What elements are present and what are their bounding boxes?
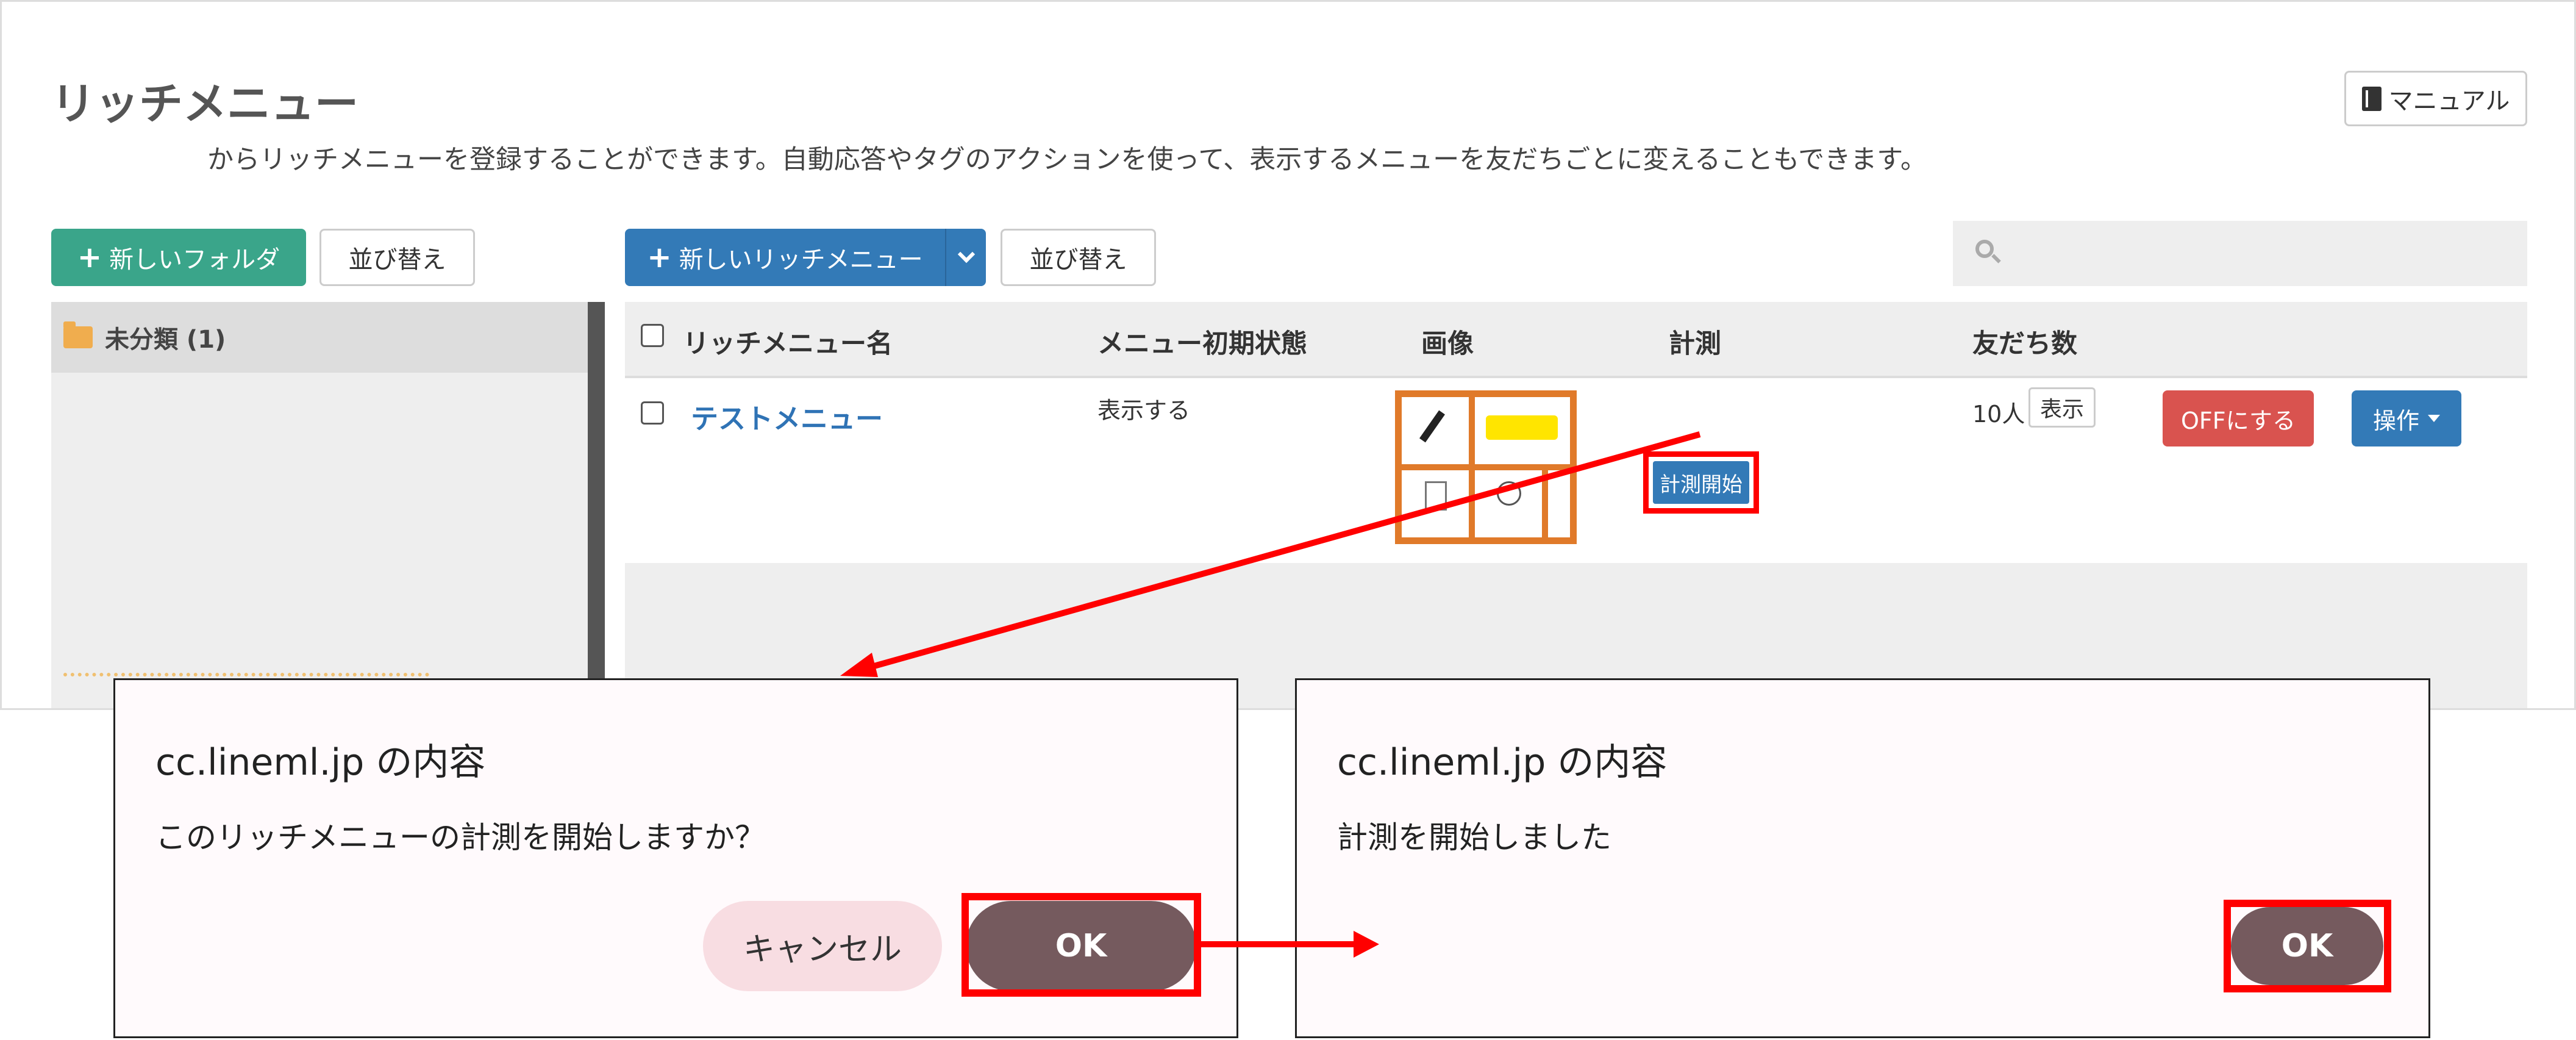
page-description: からリッチメニューを登録することができます。自動応答やタグのアクションを使って、… xyxy=(207,145,1927,175)
dialog-message: このリッチメニューの計測を開始しますか？ xyxy=(155,820,765,855)
highlight-box-ok xyxy=(962,893,1201,997)
search-icon xyxy=(1975,240,2001,264)
initial-state-value: 表示する xyxy=(1097,397,1191,424)
highlight-box-ok xyxy=(2224,900,2391,992)
new-rich-menu-dropdown-toggle[interactable] xyxy=(945,229,986,286)
page-title: リッチメニュー xyxy=(51,78,359,129)
select-all-checkbox[interactable] xyxy=(641,324,664,347)
table-row: テストメニュー 表示する 計測開始 10人 表示 OFFにする 操作 xyxy=(625,378,2527,563)
speech-bubble-icon xyxy=(1497,481,1521,506)
table-header: リッチメニュー名 メニュー初期状態 画像 計測 友だち数 xyxy=(625,302,2527,378)
caret-down-icon xyxy=(2428,415,2440,422)
new-folder-label: 新しいフォルダ xyxy=(109,246,280,274)
column-header-image: 画像 xyxy=(1421,329,1474,359)
column-header-friends: 友だち数 xyxy=(1972,329,2077,359)
book-icon xyxy=(2361,86,2382,111)
dialog-title: cc.lineml.jp の内容 xyxy=(1337,741,1668,784)
cancel-button[interactable]: キャンセル xyxy=(703,901,942,991)
thumb-cell xyxy=(1545,467,1573,540)
turn-off-button[interactable]: OFFにする xyxy=(2163,390,2314,446)
thumb-cell xyxy=(1399,394,1472,467)
new-folder-button[interactable]: + 新しいフォルダ xyxy=(51,229,306,286)
friends-count: 10人 xyxy=(1972,401,2025,428)
done-dialog: cc.lineml.jp の内容 計測を開始しました OK xyxy=(1295,678,2430,1038)
start-measure-button[interactable]: 計測開始 xyxy=(1653,461,1749,504)
show-friends-button[interactable]: 表示 xyxy=(2028,387,2096,428)
folder-sort-button[interactable]: 並び替え xyxy=(319,229,475,286)
confirm-dialog: cc.lineml.jp の内容 このリッチメニューの計測を開始しますか？ キャ… xyxy=(113,678,1238,1038)
rich-menu-name-link[interactable]: テストメニュー xyxy=(691,396,883,436)
operations-label: 操作 xyxy=(2372,407,2419,434)
plus-icon: + xyxy=(77,240,102,274)
folder-item-uncategorized[interactable]: 未分類 (1) xyxy=(51,302,588,373)
column-header-name: リッチメニュー名 xyxy=(683,329,893,359)
folder-panel: 未分類 (1) xyxy=(51,302,588,708)
manual-button[interactable]: マニュアル xyxy=(2344,71,2527,126)
panel-splitter[interactable] xyxy=(588,302,605,708)
operations-dropdown-button[interactable]: 操作 xyxy=(2352,390,2461,446)
dialog-message: 計測を開始しました xyxy=(1337,820,1611,855)
thumb-cell xyxy=(1472,467,1545,540)
folder-open-icon xyxy=(63,321,93,348)
thumb-cell xyxy=(1472,394,1573,467)
building-icon xyxy=(1425,481,1447,511)
pen-icon xyxy=(1419,410,1445,443)
folder-item-label: 未分類 (1) xyxy=(105,326,226,354)
chevron-down-icon xyxy=(957,245,975,264)
thumb-cell xyxy=(1399,467,1472,540)
manual-button-label: マニュアル xyxy=(2388,87,2510,115)
column-header-measure: 計測 xyxy=(1669,329,1721,359)
new-rich-menu-button[interactable]: + 新しいリッチメニュー xyxy=(625,229,945,286)
new-rich-menu-label: 新しいリッチメニュー xyxy=(679,246,923,274)
thumb-banner xyxy=(1486,415,1558,440)
search-input[interactable] xyxy=(1953,221,2527,286)
plus-icon: + xyxy=(647,240,672,274)
column-header-initial-state: メニュー初期状態 xyxy=(1097,329,1307,359)
rich-menu-thumbnail xyxy=(1395,390,1577,544)
menu-sort-button[interactable]: 並び替え xyxy=(1001,229,1156,286)
dialog-title: cc.lineml.jp の内容 xyxy=(155,741,486,784)
rich-menu-table: リッチメニュー名 メニュー初期状態 画像 計測 友だち数 テストメニュー 表示す… xyxy=(625,302,2527,708)
app-window: リッチメニュー からリッチメニューを登録することができます。自動応答やタグのアク… xyxy=(0,0,2576,710)
row-checkbox[interactable] xyxy=(641,401,664,425)
